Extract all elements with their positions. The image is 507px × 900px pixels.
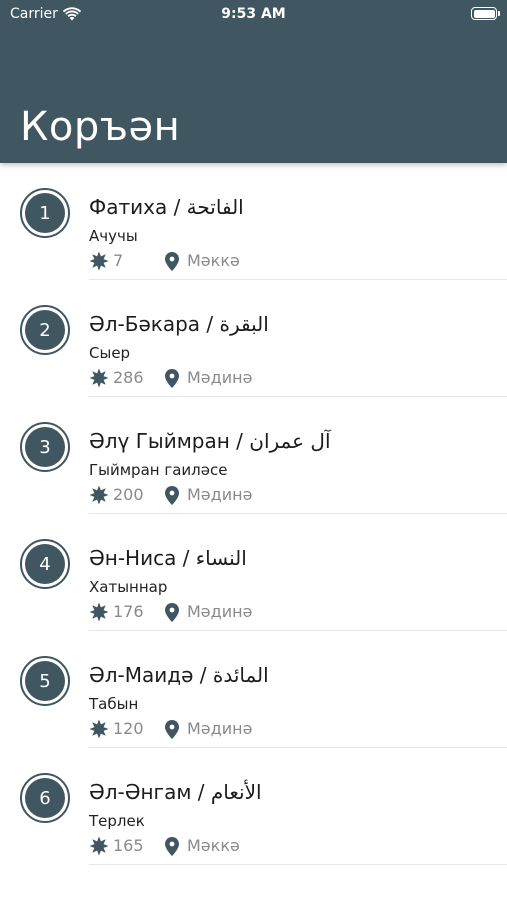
surah-number: 4 [25, 544, 65, 584]
star-burst-icon [89, 368, 109, 388]
star-burst-icon [89, 719, 109, 739]
surah-row[interactable]: 5 Әл-Маидә / المائدة Табын 120 Мәдинә [0, 631, 507, 748]
star-burst-icon [89, 836, 109, 856]
star-burst-icon [89, 602, 109, 622]
location-pin-icon [165, 720, 179, 739]
location-pin-icon [165, 486, 179, 505]
location-pin-icon [165, 603, 179, 622]
battery-icon [471, 7, 500, 20]
status-time: 9:53 AM [221, 6, 286, 22]
surah-number: 3 [25, 427, 65, 467]
revelation-place: Мәккә [187, 836, 240, 855]
surah-title: Әл-Маидә / المائدة [89, 663, 269, 687]
surah-number: 6 [25, 778, 65, 818]
status-bar: Carrier 9:53 AM [0, 0, 507, 28]
surah-translation: Гыймран гаиләсе [89, 461, 228, 479]
surah-number: 5 [25, 661, 65, 701]
surah-translation: Терлек [89, 812, 145, 830]
page-title: Коръән [20, 104, 181, 150]
surah-row[interactable]: 4 Ән-Ниса / النساء Хатыннар 176 Мәдинә [0, 514, 507, 631]
surah-number-badge: 1 [20, 188, 70, 238]
ayah-count: 200 [113, 485, 144, 504]
star-burst-icon [89, 251, 109, 271]
ayah-count: 286 [113, 368, 144, 387]
surah-number: 2 [25, 310, 65, 350]
row-divider [89, 864, 507, 865]
surah-title: Әлү Гыймран / آل عمران [89, 429, 331, 453]
surah-row[interactable]: 2 Әл-Бәкара / البقرة Сыер 286 Мәдинә [0, 280, 507, 397]
location-pin-icon [165, 369, 179, 388]
ayah-count: 120 [113, 719, 144, 738]
ayah-count: 176 [113, 602, 144, 621]
surah-title: Әл-Әнгам / الأنعام [89, 780, 262, 804]
surah-row[interactable]: 6 Әл-Әнгам / الأنعام Терлек 165 Мәккә [0, 748, 507, 865]
revelation-place: Мәдинә [187, 485, 253, 504]
revelation-place: Мәккә [187, 251, 240, 270]
ayah-count: 7 [113, 251, 124, 270]
surah-number: 1 [25, 193, 65, 233]
ayah-count: 165 [113, 836, 144, 855]
surah-title: Ән-Ниса / النساء [89, 546, 247, 570]
surah-title: Әл-Бәкара / البقرة [89, 312, 269, 336]
surah-translation: Сыер [89, 344, 131, 362]
surah-number-badge: 6 [20, 773, 70, 823]
revelation-place: Мәдинә [187, 368, 253, 387]
location-pin-icon [165, 837, 179, 856]
surah-title: Фатиха / الفاتحة [89, 195, 244, 219]
surah-row[interactable]: 1 Фатиха / الفاتحة Ачучы 7 Мәккә [0, 163, 507, 280]
surah-number-badge: 4 [20, 539, 70, 589]
location-pin-icon [165, 252, 179, 271]
surah-number-badge: 3 [20, 422, 70, 472]
surah-list: 1 Фатиха / الفاتحة Ачучы 7 Мәккә 2 Әл-Бә… [0, 163, 507, 865]
surah-row[interactable]: 3 Әлү Гыймран / آل عمران Гыймран гаиләсе… [0, 397, 507, 514]
navigation-header: Carrier 9:53 AM Коръән [0, 0, 507, 163]
star-burst-icon [89, 485, 109, 505]
surah-translation: Ачучы [89, 227, 138, 245]
surah-number-badge: 5 [20, 656, 70, 706]
revelation-place: Мәдинә [187, 719, 253, 738]
surah-number-badge: 2 [20, 305, 70, 355]
surah-translation: Хатыннар [89, 578, 168, 596]
revelation-place: Мәдинә [187, 602, 253, 621]
surah-translation: Табын [89, 695, 139, 713]
battery-level [473, 9, 495, 18]
